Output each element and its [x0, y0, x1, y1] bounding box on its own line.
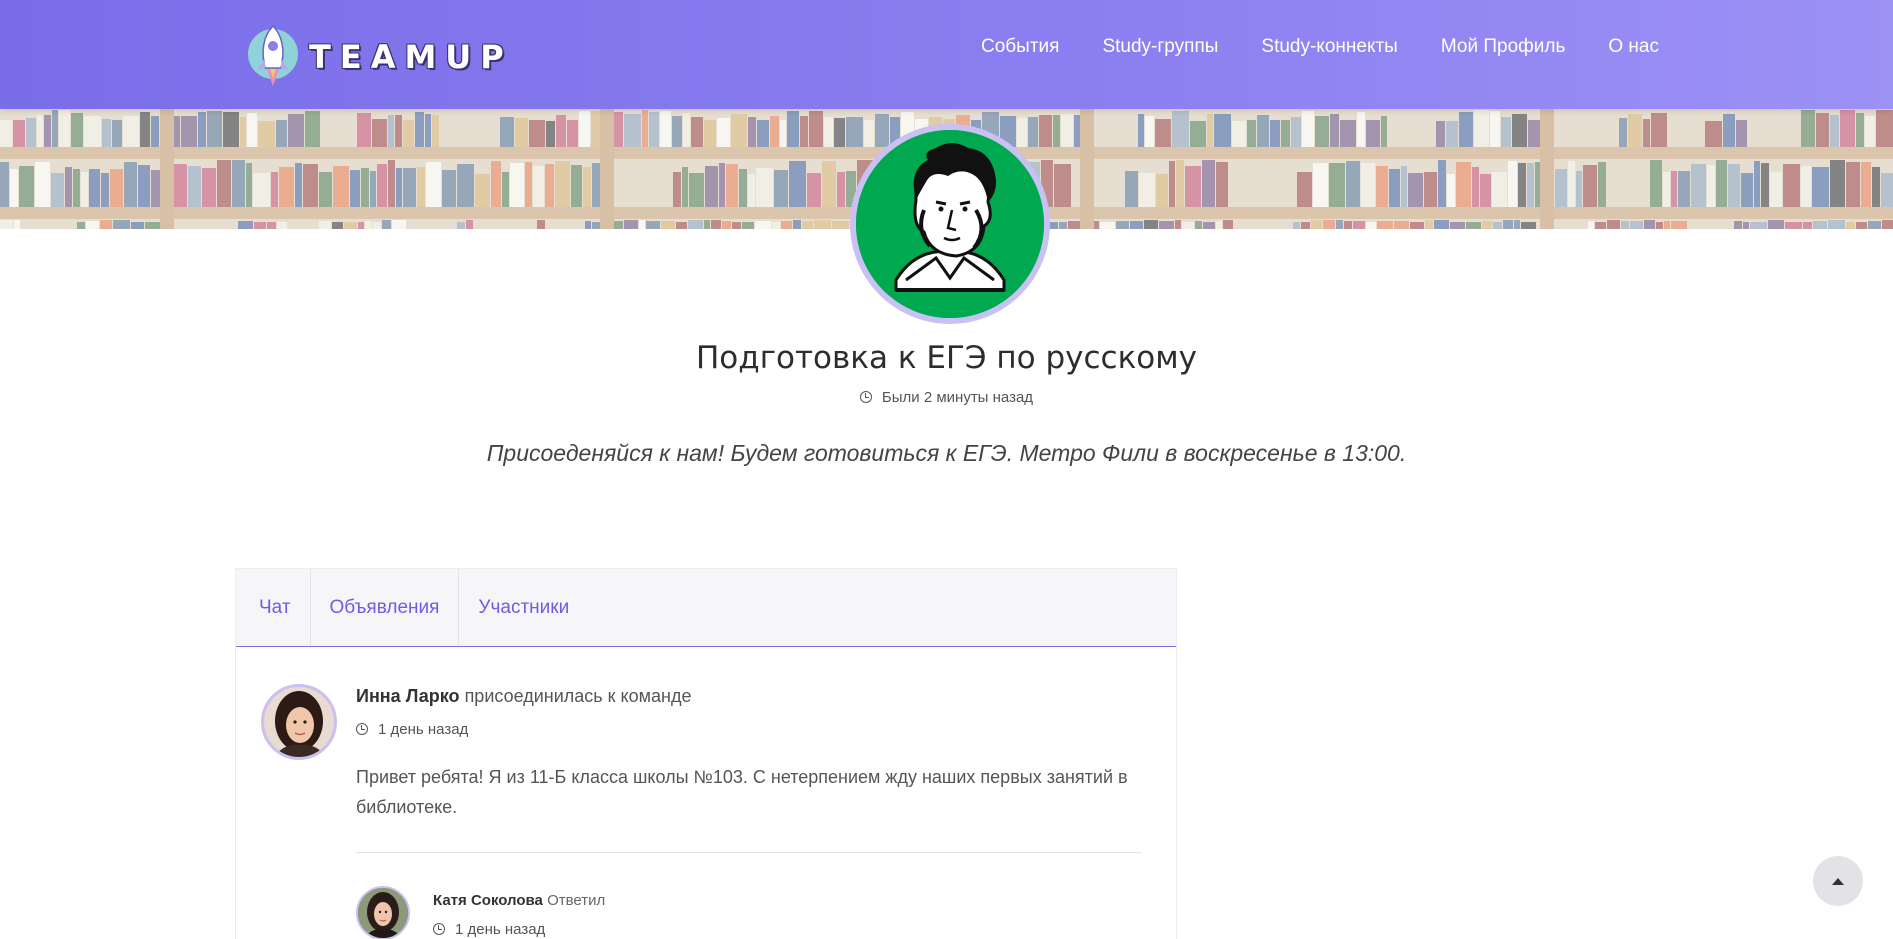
divider [356, 852, 1142, 853]
last-seen-text: Были 2 минуты назад [881, 389, 1034, 406]
nav-study-groups[interactable]: Study-группы [1102, 36, 1218, 58]
nav-events[interactable]: События [981, 36, 1059, 58]
group-title: Подготовка к ЕГЭ по русскому [695, 340, 1198, 376]
scroll-to-top-button[interactable] [1813, 856, 1863, 906]
post-body: Инна Ларко присоединилась к команде 1 де… [356, 684, 1142, 853]
rocket-logo-icon [248, 24, 298, 86]
post-timestamp: 1 день назад [356, 721, 1142, 738]
tab-bar: Чат Объявления Участники [236, 569, 1176, 647]
reply-header: Катя Соколова Ответил [433, 892, 1033, 909]
tab-chat[interactable]: Чат [240, 569, 311, 646]
user-photo [264, 687, 334, 757]
avatar[interactable] [356, 886, 410, 939]
reply-body: Катя Соколова Ответил 1 день назад [433, 892, 1033, 938]
user-photo [358, 888, 408, 938]
post-time-text: 1 день назад [378, 721, 469, 738]
post-action: присоединилась к команде [464, 686, 692, 706]
logo[interactable]: TEAMUP [247, 22, 513, 92]
post-header: Инна Ларко присоединилась к команде [356, 686, 1142, 707]
post-text: Привет ребята! Я из 11-Б класса школы №1… [356, 767, 1128, 817]
reply-timestamp: 1 день назад [433, 921, 1033, 938]
portrait-illustration [856, 130, 1044, 318]
group-panel: Чат Объявления Участники Инна Ларко прис… [235, 568, 1177, 939]
avatar[interactable] [261, 684, 337, 760]
group-avatar [850, 124, 1050, 324]
reply-author[interactable]: Катя Соколова [433, 892, 543, 909]
main-nav: События Study-группы Study-коннекты Мой … [981, 36, 1659, 58]
logo-text: TEAMUP [309, 38, 513, 76]
group-description: Присоеденяйся к нам! Будем готовиться к … [486, 440, 1407, 466]
nav-study-connects[interactable]: Study-коннекты [1261, 36, 1397, 58]
reply-action: Ответил [547, 892, 606, 909]
clock-icon [859, 391, 872, 403]
clock-icon [356, 723, 368, 735]
post-author[interactable]: Инна Ларко [356, 686, 460, 706]
site-header: TEAMUP События Study-группы Study-коннек… [0, 0, 1893, 109]
tab-announcements[interactable]: Объявления [311, 569, 460, 646]
nav-about[interactable]: О нас [1608, 36, 1659, 58]
tab-members[interactable]: Участники [459, 569, 588, 646]
reply-time-text: 1 день назад [455, 921, 546, 938]
last-seen: Были 2 минуты назад [0, 389, 1893, 406]
nav-my-profile[interactable]: Мой Профиль [1441, 36, 1566, 58]
clock-icon [433, 923, 445, 935]
